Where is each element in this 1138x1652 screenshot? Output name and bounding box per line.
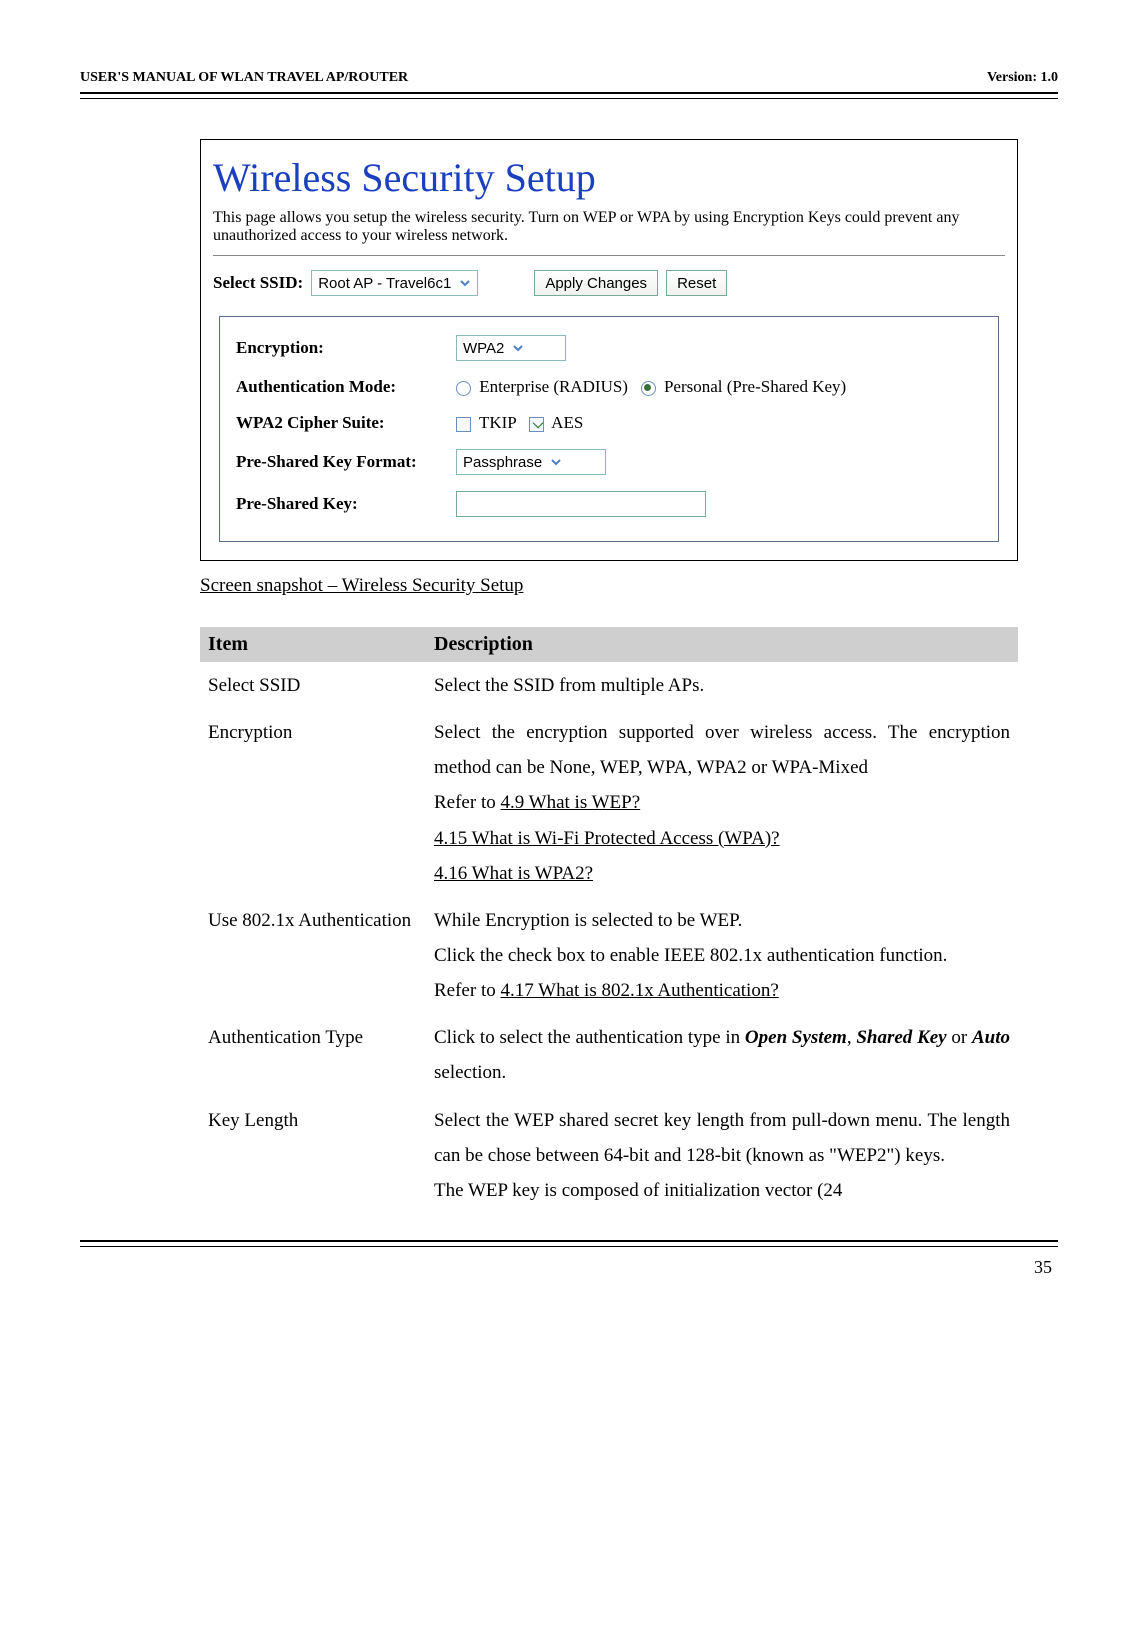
item-cell: Key Length <box>200 1097 426 1214</box>
link-wpa[interactable]: 4.15 What is Wi-Fi Protected Access (WPA… <box>434 828 780 849</box>
reset-button[interactable]: Reset <box>666 270 727 296</box>
ssid-select[interactable]: Root AP - Travel6c1 <box>311 270 478 296</box>
table-row: Authentication Type Click to select the … <box>200 1014 1018 1096</box>
chevron-down-icon <box>510 340 526 356</box>
col-desc: Description <box>426 627 1018 662</box>
desc-cell: Select the encryption supported over wir… <box>426 709 1018 897</box>
desc-cell: Select the WEP shared secret key length … <box>426 1097 1018 1214</box>
panel-description: This page allows you setup the wireless … <box>213 209 1005 245</box>
ssid-value: Root AP - Travel6c1 <box>318 275 451 292</box>
link-8021x[interactable]: 4.17 What is 802.1x Authentication? <box>500 980 778 1001</box>
figure-caption: Screen snapshot – Wireless Security Setu… <box>200 575 1018 597</box>
panel-divider <box>213 255 1005 256</box>
radio-enterprise-label: Enterprise (RADIUS) <box>479 377 628 396</box>
desc-cell: While Encryption is selected to be WEP. … <box>426 897 1018 1014</box>
table-row: Use 802.1x Authentication While Encrypti… <box>200 897 1018 1014</box>
table-row: Select SSID Select the SSID from multipl… <box>200 662 1018 709</box>
item-cell: Encryption <box>200 709 426 897</box>
radio-enterprise[interactable] <box>456 381 471 396</box>
radio-personal-label: Personal (Pre-Shared Key) <box>664 377 846 396</box>
encryption-value: WPA2 <box>463 340 504 357</box>
table-row: Key Length Select the WEP shared secret … <box>200 1097 1018 1214</box>
desc-cell: Select the SSID from multiple APs. <box>426 662 1018 709</box>
header-right: Version: 1.0 <box>987 70 1058 86</box>
checkbox-tkip[interactable] <box>456 417 471 432</box>
table-row: Encryption Select the encryption support… <box>200 709 1018 897</box>
header-divider <box>80 92 1058 99</box>
encryption-select[interactable]: WPA2 <box>456 335 566 361</box>
checkbox-tkip-label: TKIP <box>479 413 516 432</box>
link-wpa2[interactable]: 4.16 What is WPA2? <box>434 863 593 884</box>
checkbox-aes[interactable] <box>529 417 544 432</box>
footer-divider <box>80 1240 1058 1247</box>
psk-key-label: Pre-Shared Key: <box>236 494 456 514</box>
psk-format-value: Passphrase <box>463 454 542 471</box>
checkbox-aes-label: AES <box>551 413 583 432</box>
item-cell: Use 802.1x Authentication <box>200 897 426 1014</box>
chevron-down-icon <box>457 275 473 291</box>
cipher-label: WPA2 Cipher Suite: <box>236 413 456 433</box>
encryption-label: Encryption: <box>236 338 456 358</box>
item-cell: Authentication Type <box>200 1014 426 1096</box>
psk-format-select[interactable]: Passphrase <box>456 449 606 475</box>
select-ssid-label: Select SSID: <box>213 273 303 293</box>
page-number: 35 <box>80 1257 1058 1278</box>
settings-box: Encryption: WPA2 Authentication Mode: En… <box>219 316 999 542</box>
psk-format-label: Pre-Shared Key Format: <box>236 452 456 472</box>
description-table: Item Description Select SSID Select the … <box>200 627 1018 1214</box>
chevron-down-icon <box>548 454 564 470</box>
psk-key-input[interactable] <box>456 491 706 517</box>
panel-title: Wireless Security Setup <box>213 154 1005 201</box>
item-cell: Select SSID <box>200 662 426 709</box>
radio-personal[interactable] <box>641 381 656 396</box>
header-left: USER'S MANUAL OF WLAN TRAVEL AP/ROUTER <box>80 70 408 86</box>
security-setup-panel: Wireless Security Setup This page allows… <box>200 139 1018 561</box>
link-wep[interactable]: 4.9 What is WEP? <box>500 792 640 813</box>
apply-changes-button[interactable]: Apply Changes <box>534 270 658 296</box>
col-item: Item <box>200 627 426 662</box>
desc-cell: Click to select the authentication type … <box>426 1014 1018 1096</box>
auth-mode-label: Authentication Mode: <box>236 377 456 397</box>
